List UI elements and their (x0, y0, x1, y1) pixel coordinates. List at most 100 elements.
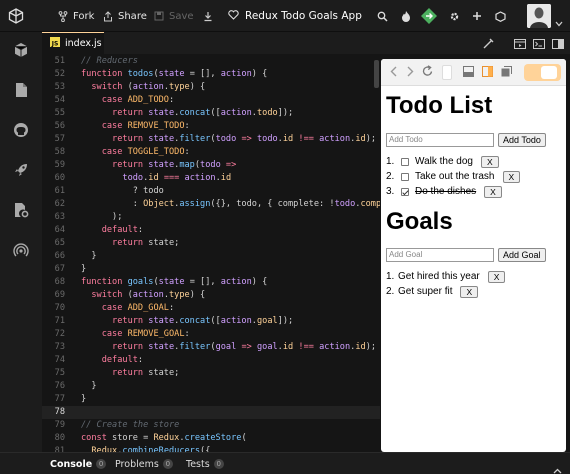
split-view-icon[interactable] (552, 34, 564, 53)
tab-problems[interactable]: Problems 0 (115, 453, 173, 474)
line-number: 70 (54, 303, 65, 313)
code-line[interactable]: 55 return state.concat([action.todo]); (42, 107, 380, 120)
cube-icon[interactable] (11, 40, 31, 60)
code-line[interactable]: 68 function goals(state = [], action) { (42, 276, 380, 289)
layout-bottom-icon[interactable] (463, 66, 474, 77)
layout-right-icon[interactable] (482, 66, 493, 77)
live-icon[interactable] (11, 240, 31, 260)
code-line[interactable]: 70 case ADD_GOAL: (42, 302, 380, 315)
code-line[interactable]: 81 Redux.combineReducers({ (42, 445, 380, 452)
code-line[interactable]: 73 return state.filter(goal => goal.id !… (42, 341, 380, 354)
goal-input[interactable]: Add Goal (386, 248, 494, 262)
goal-text: Get hired this year (398, 271, 480, 282)
remove-todo-button[interactable]: X (502, 170, 521, 183)
code-line[interactable]: 64 default: (42, 224, 380, 237)
save-button[interactable]: Save (154, 0, 194, 32)
sandbox-title[interactable]: Redux Todo Goals App (228, 0, 362, 32)
github-icon[interactable] (11, 120, 31, 140)
remove-goal-button[interactable]: X (487, 270, 506, 283)
svg-text:JS: JS (51, 40, 59, 47)
code-token: id (355, 342, 366, 352)
code-line[interactable]: 78 (42, 406, 380, 419)
remove-goal-button[interactable]: X (460, 285, 479, 298)
code-line[interactable]: 74 default: (42, 354, 380, 367)
code-line[interactable]: 65 return state; (42, 237, 380, 250)
code-token: id (220, 173, 232, 183)
codesandbox-cube-icon[interactable] (492, 8, 508, 24)
chevron-down-icon[interactable] (555, 12, 563, 31)
code-line[interactable]: 79 // Create the store (42, 419, 380, 432)
code-line[interactable]: 71 return state.concat([action.goal]); (42, 315, 380, 328)
address-bar[interactable] (442, 65, 452, 80)
code-line[interactable]: 66 } (42, 250, 380, 263)
remove-todo-button[interactable]: X (484, 185, 502, 198)
code-line[interactable]: 59 return state.map(todo => (42, 159, 380, 172)
code-line[interactable]: 60 todo.id === action.id (42, 172, 380, 185)
deploy-icon[interactable] (421, 8, 437, 24)
heart-icon[interactable] (228, 9, 239, 23)
code-line[interactable]: 80 const store = Redux.createStore( (42, 432, 380, 445)
code-line[interactable]: 69 switch (action.type) { (42, 289, 380, 302)
back-arrow-icon[interactable] (390, 65, 398, 80)
new-window-icon[interactable] (501, 66, 512, 77)
code-line[interactable]: 52 function todos(state = [], action) { (42, 68, 380, 81)
code-line[interactable]: 61 ? todo (42, 185, 380, 198)
prettify-icon[interactable] (483, 34, 494, 53)
todo-checkbox[interactable] (401, 157, 409, 166)
code-token: : (168, 95, 175, 105)
editor-tab[interactable]: JS index.js (42, 32, 104, 54)
search-icon[interactable] (374, 8, 390, 24)
code-line[interactable]: 57 return state.filter(todo => todo.id !… (42, 133, 380, 146)
share-button[interactable]: Share (103, 0, 147, 32)
gear-icon[interactable] (446, 8, 462, 24)
code-line[interactable]: 67} (42, 263, 380, 276)
code-token: goal (215, 342, 237, 352)
code-line[interactable]: 56 case REMOVE_TODO: (42, 120, 380, 133)
fork-icon (58, 10, 68, 22)
code-token: ) { (251, 69, 268, 79)
plus-icon[interactable] (469, 8, 485, 24)
fork-button[interactable]: Fork (58, 0, 94, 32)
code-line[interactable]: 53 switch (action.type) { (42, 81, 380, 94)
preview-toggle-knob (541, 66, 557, 79)
download-button[interactable] (203, 0, 213, 32)
code-line[interactable]: 77} (42, 393, 380, 406)
terminal-icon[interactable] (533, 34, 545, 53)
code-line[interactable]: 76 } (42, 380, 380, 393)
user-avatar[interactable] (527, 4, 551, 28)
browser-preview-icon[interactable] (514, 34, 526, 53)
code-token: id (148, 173, 159, 183)
code-token: ) { (251, 277, 268, 287)
rocket-icon[interactable] (11, 160, 31, 180)
code-editor[interactable]: 51 // Reducers 52 function todos (state = []… (42, 55, 380, 452)
flame-icon[interactable] (398, 8, 414, 24)
chevron-up-icon[interactable] (553, 459, 562, 474)
code-line[interactable]: 75 return state; (42, 367, 380, 380)
todo-checkbox-checked[interactable] (401, 187, 409, 196)
tab-tests[interactable]: Tests 0 (186, 453, 224, 474)
add-goal-button[interactable]: Add Goal (498, 248, 546, 262)
code-line[interactable]: 54 case ADD_TODO: (42, 94, 380, 107)
code-line[interactable]: 72 case REMOVE_GOAL: (42, 328, 380, 341)
code-token: state; (148, 238, 180, 248)
code-line[interactable]: 63 ); (42, 211, 380, 224)
code-token: Object (143, 199, 175, 209)
file-icon[interactable] (11, 80, 31, 100)
remove-todo-button[interactable]: X (481, 155, 499, 168)
add-todo-button[interactable]: Add Todo (498, 133, 546, 147)
forward-arrow-icon[interactable] (406, 65, 414, 80)
refresh-icon[interactable] (422, 65, 433, 80)
code-line[interactable]: 62 : Object.assign({}, todo, { complete:… (42, 198, 380, 211)
todo-input[interactable]: Add Todo (386, 133, 494, 147)
codesandbox-logo-icon[interactable] (0, 0, 32, 32)
todo-checkbox[interactable] (401, 172, 409, 181)
editor-scrollbar[interactable] (374, 60, 379, 88)
tab-console[interactable]: Console 0 (50, 453, 107, 474)
line-number: 54 (54, 95, 65, 105)
code-line[interactable]: 58 case TOGGLE_TODO: (42, 146, 380, 159)
code-line[interactable]: 51 // Reducers (42, 55, 380, 68)
file-settings-icon[interactable] (11, 200, 31, 220)
